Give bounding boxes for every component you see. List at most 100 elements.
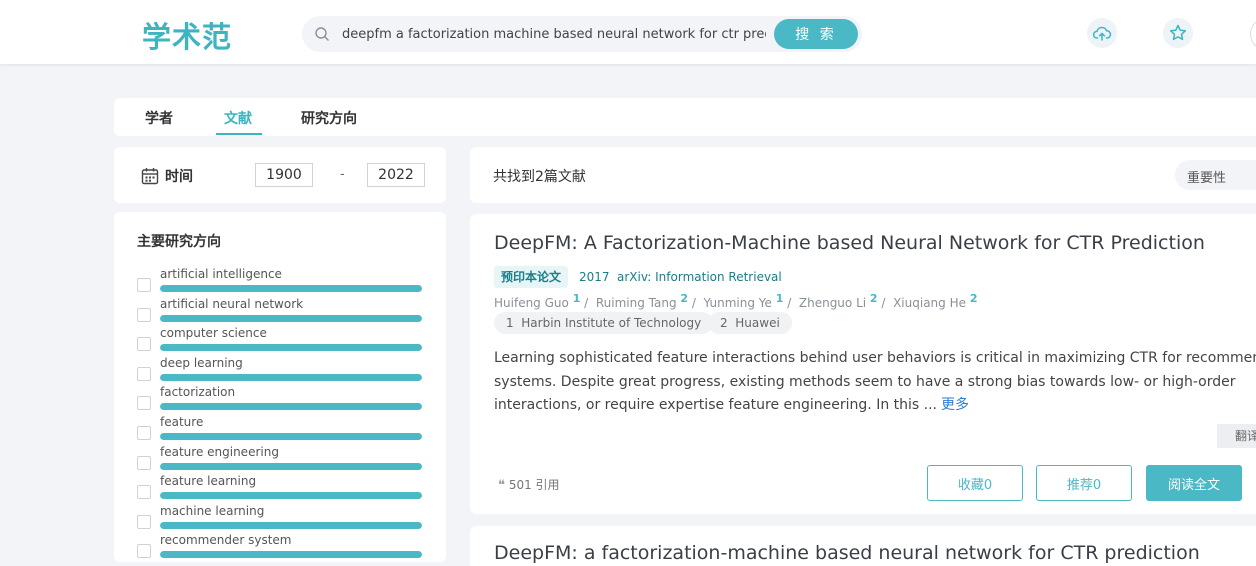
sort-select[interactable]: 重要性 <box>1175 160 1256 190</box>
affiliation-number: 2 <box>720 316 728 330</box>
year-to-input[interactable] <box>367 163 425 187</box>
tab-papers[interactable]: 文献 <box>224 108 252 128</box>
direction-bar-fill <box>160 403 422 411</box>
direction-label: artificial intelligence <box>160 267 282 281</box>
direction-item[interactable]: factorization <box>137 385 427 413</box>
author-list: Huifeng Guo 1 / Ruiming Tang 2 / Yunming… <box>494 292 978 310</box>
direction-bar-fill <box>160 492 422 500</box>
year-from-input[interactable] <box>255 163 313 187</box>
top-header: 学术范 搜 索 <box>0 0 1256 64</box>
translate-button[interactable]: 翻译 <box>1217 424 1256 448</box>
author-affiliation-number: 1 <box>572 292 581 305</box>
author-link[interactable]: Ruiming Tang <box>596 296 677 310</box>
result-count: 共找到2篇文献 <box>493 169 586 185</box>
sort-label: 重要性 <box>1187 171 1227 186</box>
direction-item[interactable]: artificial neural network <box>137 297 427 325</box>
tab-scholars[interactable]: 学者 <box>145 108 173 128</box>
author-link[interactable]: Zhenguo Li <box>799 296 866 310</box>
direction-bar-fill <box>160 285 422 292</box>
direction-bar <box>160 551 422 559</box>
direction-bar-fill <box>160 462 422 470</box>
author-affiliation-number: 2 <box>969 292 978 305</box>
direction-item[interactable]: feature engineering <box>137 445 427 473</box>
direction-bar-fill <box>160 551 422 559</box>
direction-item[interactable]: deep learning <box>137 356 427 384</box>
search-input[interactable] <box>342 24 766 44</box>
paper-title[interactable]: DeepFM: A Factorization-Machine based Ne… <box>494 232 1205 254</box>
direction-label: feature <box>160 415 204 429</box>
site-logo[interactable]: 学术范 <box>142 14 232 56</box>
direction-item[interactable]: feature <box>137 415 427 443</box>
direction-checkbox[interactable] <box>137 337 151 352</box>
direction-checkbox[interactable] <box>137 396 151 411</box>
citation-count: ❝ 501 引用 <box>498 476 560 493</box>
direction-label: feature learning <box>160 474 257 489</box>
author-link[interactable]: Yunming Ye <box>704 296 772 310</box>
author-affiliation-number: 2 <box>869 292 878 305</box>
star-icon <box>1169 24 1187 41</box>
direction-label: artificial neural network <box>160 296 304 311</box>
direction-bar <box>160 344 422 352</box>
collect-button[interactable]: 收藏0 <box>927 465 1023 501</box>
direction-bar <box>160 492 422 500</box>
year-separator: - <box>340 167 345 182</box>
directions-title: 主要研究方向 <box>137 234 221 250</box>
direction-bar <box>160 285 422 292</box>
paper-venue[interactable]: arXiv: Information Retrieval <box>617 270 782 284</box>
abstract-text: Learning sophisticated feature interacti… <box>494 350 1256 413</box>
paper-abstract: Learning sophisticated feature interacti… <box>494 347 1256 418</box>
direction-checkbox[interactable] <box>137 544 151 559</box>
direction-bar <box>160 521 422 529</box>
direction-label: factorization <box>160 385 236 400</box>
direction-item[interactable]: recommender system <box>137 533 427 561</box>
more-link[interactable]: 更多 <box>941 397 969 413</box>
recommend-button[interactable]: 推荐0 <box>1036 465 1132 501</box>
direction-checkbox[interactable] <box>137 366 151 381</box>
direction-checkbox[interactable] <box>137 278 151 292</box>
direction-item[interactable]: computer science <box>137 326 427 354</box>
direction-checkbox[interactable] <box>137 307 151 322</box>
direction-bar-fill <box>160 433 422 440</box>
search-button[interactable]: 搜 索 <box>774 19 858 49</box>
affiliation-chip[interactable]: 2 Huawei <box>708 312 792 334</box>
active-tab-indicator <box>216 133 262 135</box>
direction-label: computer science <box>160 326 267 341</box>
direction-bar <box>160 433 422 440</box>
paper-title[interactable]: DeepFM: a factorization-machine based ne… <box>494 542 1200 564</box>
direction-item[interactable]: artificial intelligence <box>137 267 427 295</box>
affiliation-name: Huawei <box>735 316 780 330</box>
direction-label: recommender system <box>160 533 292 548</box>
direction-bar <box>160 314 422 322</box>
direction-bar-fill <box>160 314 422 322</box>
user-avatar[interactable] <box>1250 18 1256 50</box>
direction-checkbox[interactable] <box>137 455 151 470</box>
read-full-text-button[interactable]: 阅读全文 <box>1146 465 1242 501</box>
direction-checkbox[interactable] <box>137 485 151 500</box>
favorite-button[interactable] <box>1163 18 1193 48</box>
category-tabs: 学者 文献 研究方向 <box>114 98 1256 136</box>
paper-card: DeepFM: a factorization-machine based ne… <box>470 526 1256 566</box>
direction-bar <box>160 403 422 411</box>
search-bar: 搜 索 <box>302 16 862 52</box>
cloud-upload-icon <box>1092 26 1112 41</box>
time-filter: 时间 - <box>114 147 446 203</box>
author-link[interactable]: Huifeng Guo <box>494 296 569 310</box>
paper-year: 2017 <box>579 270 610 284</box>
author-affiliation-number: 1 <box>775 292 784 305</box>
direction-item[interactable]: machine learning <box>137 504 427 532</box>
author-link[interactable]: Xiuqiang He <box>893 296 966 310</box>
direction-checkbox[interactable] <box>137 514 151 529</box>
affiliation-name: Harbin Institute of Technology <box>521 316 702 330</box>
calendar-icon <box>141 168 159 185</box>
paper-card: DeepFM: A Factorization-Machine based Ne… <box>470 214 1256 514</box>
direction-bar-fill <box>160 521 422 529</box>
direction-checkbox[interactable] <box>137 426 151 440</box>
preprint-badge: 预印本论文 <box>494 266 569 288</box>
search-icon <box>315 27 329 41</box>
direction-item[interactable]: feature learning <box>137 474 427 502</box>
affiliation-chip[interactable]: 1 Harbin Institute of Technology <box>494 312 714 334</box>
tab-research-directions[interactable]: 研究方向 <box>301 108 357 128</box>
upload-button[interactable] <box>1087 18 1117 48</box>
results-header: 共找到2篇文献 重要性 <box>470 147 1256 203</box>
author-affiliation-number: 2 <box>680 292 689 305</box>
